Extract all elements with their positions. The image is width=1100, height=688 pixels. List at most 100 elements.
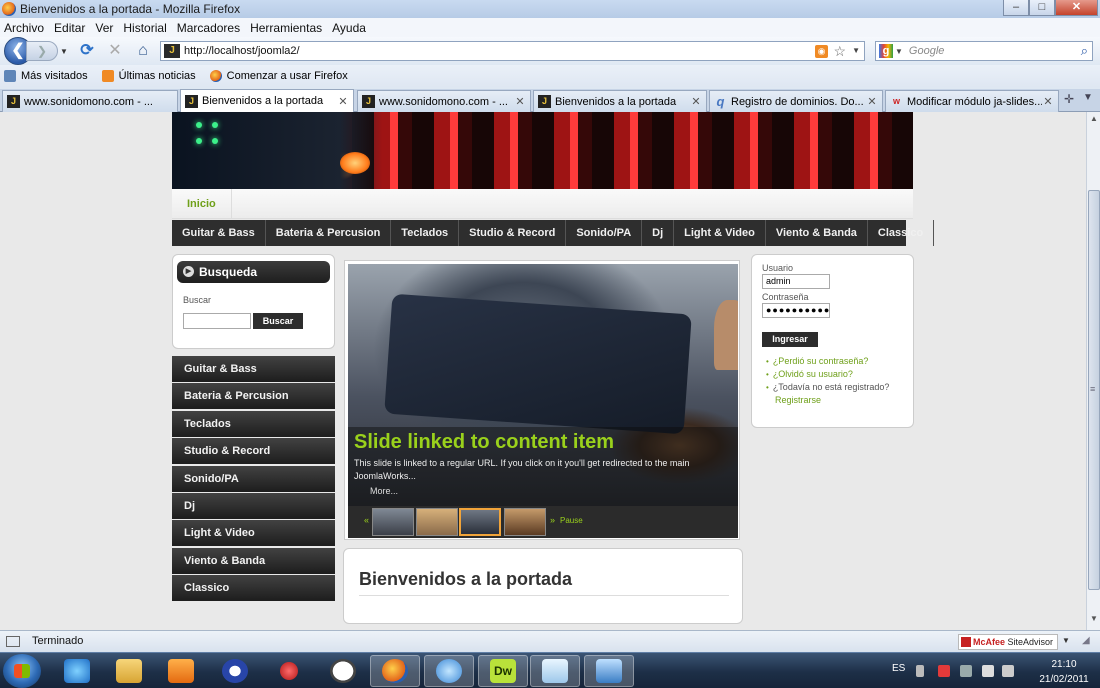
tab-sonidomono-2[interactable]: J www.sonidomono.com - ... ✕ (357, 90, 531, 112)
language-indicator[interactable]: ES (892, 663, 905, 674)
leftmenu-studio-record[interactable]: Studio & Record (172, 438, 335, 465)
tab-sonidomono-1[interactable]: J www.sonidomono.com - ... (2, 90, 178, 112)
site-search-input[interactable] (183, 313, 251, 329)
clock-icon[interactable] (318, 655, 368, 687)
minimize-button[interactable]: – (1003, 0, 1029, 16)
search-icon[interactable]: ⌕ (1081, 43, 1088, 59)
category-sonido-pa[interactable]: Sonido/PA (566, 220, 643, 246)
category-bateria-percusion[interactable]: Bateria & Percusion (266, 220, 392, 246)
url-text[interactable]: http://localhost/joomla2/ (184, 45, 300, 57)
siteadvisor-dropdown-icon[interactable]: ▼ (1062, 636, 1070, 645)
category-dj[interactable]: Dj (642, 220, 675, 246)
tab-list-icon[interactable]: ▼ (1080, 92, 1096, 108)
tray-action-center-icon[interactable] (938, 665, 950, 677)
slide-pause-button[interactable]: Pause (560, 516, 583, 525)
menu-ayuda[interactable]: Ayuda (332, 21, 366, 35)
bookmark-star-icon[interactable]: ☆ (833, 43, 846, 60)
leftmenu-dj[interactable]: Dj (172, 492, 335, 519)
rss-feed-icon[interactable]: ◉ (815, 45, 828, 58)
forgot-username-link[interactable]: ¿Olvidó su usuario? (766, 368, 889, 381)
url-dropdown-icon[interactable]: ▼ (852, 46, 860, 55)
forward-button[interactable]: ❯ (26, 41, 58, 61)
bookmark-mas-visitados[interactable]: Más visitados (4, 70, 88, 82)
menu-archivo[interactable]: Archivo (4, 21, 44, 35)
google-engine-icon[interactable]: g (879, 44, 893, 58)
network-icon[interactable] (424, 655, 474, 687)
category-studio-record[interactable]: Studio & Record (459, 220, 567, 246)
tab-bienvenidos-active[interactable]: J Bienvenidos a la portada ✕ (180, 89, 354, 112)
category-viento-banda[interactable]: Viento & Banda (766, 220, 868, 246)
slide-next-button[interactable]: » (550, 515, 555, 525)
category-teclados[interactable]: Teclados (391, 220, 460, 246)
tray-battery-icon[interactable] (960, 665, 972, 677)
leftmenu-sonido-pa[interactable]: Sonido/PA (172, 465, 335, 492)
menu-historial[interactable]: Historial (123, 21, 166, 35)
user-icon[interactable] (210, 655, 260, 687)
slide-thumbnail-selected[interactable] (459, 508, 501, 536)
dreamweaver-icon[interactable]: Dw (478, 655, 528, 687)
clock-date[interactable]: 21/02/2011 (1034, 674, 1094, 685)
url-bar[interactable]: J http://localhost/joomla2/ ◉ ☆ ▼ (160, 41, 865, 61)
tab-close-icon[interactable]: ✕ (866, 95, 878, 108)
maximize-button[interactable]: □ (1029, 0, 1055, 16)
menu-editar[interactable]: Editar (54, 21, 85, 35)
tab-close-icon[interactable]: ✕ (337, 95, 349, 108)
leftmenu-classico[interactable]: Classico (172, 575, 335, 602)
start-button[interactable] (3, 654, 41, 688)
password-field[interactable]: ●●●●●●●●●● (762, 303, 830, 318)
new-tab-icon[interactable]: ✛ (1060, 92, 1078, 108)
register-link[interactable]: Registrarse (766, 394, 889, 407)
tab-registro-dominios[interactable]: q Registro de dominios. Do... ✕ (709, 90, 883, 112)
nav-inicio-link[interactable]: Inicio (172, 189, 232, 219)
leftmenu-guitar-bass[interactable]: Guitar & Bass (172, 356, 335, 382)
category-guitar-bass[interactable]: Guitar & Bass (172, 220, 266, 246)
category-classico[interactable]: Classico (868, 220, 935, 246)
slide-thumbnail[interactable] (372, 508, 414, 536)
slide-thumbnail[interactable] (416, 508, 458, 536)
resize-grip-icon[interactable]: ◢ (1082, 635, 1090, 646)
notepad-icon[interactable] (530, 655, 580, 687)
menu-herramientas[interactable]: Herramientas (250, 21, 322, 35)
slide-prev-button[interactable]: « (364, 515, 369, 525)
tab-close-icon[interactable]: ✕ (1042, 95, 1054, 108)
menu-ver[interactable]: Ver (95, 21, 113, 35)
explorer-icon[interactable] (104, 655, 154, 687)
media-player-icon[interactable] (156, 655, 206, 687)
vertical-scrollbar[interactable]: ▲ ≡ ▼ (1086, 112, 1100, 630)
bookmark-comenzar-firefox[interactable]: Comenzar a usar Firefox (209, 70, 348, 82)
stop-icon[interactable]: ✕ (104, 40, 126, 62)
search-bar[interactable]: g ▼ Google ⌕ (875, 41, 1093, 61)
tab-close-icon[interactable]: ✕ (690, 95, 702, 108)
engine-dropdown-icon[interactable]: ▼ (895, 47, 903, 56)
ie-icon[interactable] (52, 655, 102, 687)
category-light-video[interactable]: Light & Video (674, 220, 766, 246)
screenshot-icon[interactable] (584, 655, 634, 687)
tab-modificar-modulo[interactable]: w Modificar módulo ja-slides... ✕ (885, 90, 1059, 112)
tray-arrow-icon[interactable] (916, 665, 924, 677)
siteadvisor-button[interactable]: McAfee SiteAdvisor (958, 634, 1058, 650)
site-search-button[interactable]: Buscar (253, 313, 303, 329)
close-button[interactable]: ✕ (1055, 0, 1098, 16)
history-dropdown-icon[interactable]: ▼ (60, 47, 70, 56)
leftmenu-viento-banda[interactable]: Viento & Banda (172, 547, 335, 574)
firefox-icon[interactable] (370, 655, 420, 687)
login-button[interactable]: Ingresar (762, 332, 818, 347)
scroll-down-icon[interactable]: ▼ (1088, 614, 1100, 628)
pin-icon[interactable] (264, 655, 314, 687)
tray-volume-icon[interactable] (1002, 665, 1014, 677)
forgot-password-link[interactable]: ¿Perdió su contraseña? (766, 355, 889, 368)
leftmenu-light-video[interactable]: Light & Video (172, 520, 335, 547)
reload-icon[interactable]: ⟳ (76, 40, 98, 62)
slide-more-link[interactable]: More... (370, 486, 398, 496)
menu-marcadores[interactable]: Marcadores (177, 21, 240, 35)
bookmark-ultimas-noticias[interactable]: Últimas noticias (101, 70, 196, 82)
tray-network-icon[interactable] (982, 665, 994, 677)
tab-close-icon[interactable]: ✕ (514, 95, 526, 108)
leftmenu-bateria-percusion[interactable]: Bateria & Percusion (172, 383, 335, 410)
slide-title[interactable]: Slide linked to content item (354, 431, 614, 454)
clock-time[interactable]: 21:10 (1034, 659, 1094, 670)
home-icon[interactable]: ⌂ (132, 40, 154, 62)
scroll-up-icon[interactable]: ▲ (1088, 114, 1100, 128)
username-field[interactable]: admin (762, 274, 830, 289)
leftmenu-teclados[interactable]: Teclados (172, 410, 335, 437)
